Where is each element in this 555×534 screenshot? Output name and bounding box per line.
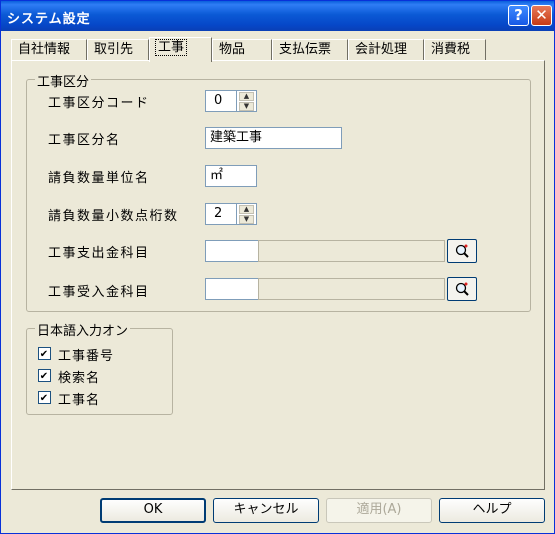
checkmark-icon[interactable] — [38, 369, 51, 382]
spin-down-icon[interactable]: ▼ — [239, 102, 254, 111]
unit-name-field[interactable]: ㎡ — [205, 165, 257, 187]
koji-kubun-group-title: 工事区分 — [35, 71, 92, 90]
tab-shohizei[interactable]: 消費税 — [424, 39, 486, 61]
system-settings-window: システム設定 ? ✕ 自社情報 取引先 工事 物品 支払伝票 会計処理 消費税 … — [0, 0, 555, 534]
decimal-places-stepper[interactable]: 2 ▲ ▼ — [205, 203, 257, 225]
spin-down-icon[interactable]: ▼ — [239, 215, 254, 224]
expense-account-label: 工事支出金科目 — [48, 246, 150, 261]
koji-kubun-code-value[interactable]: 0 — [205, 90, 237, 112]
help-icon[interactable]: ? — [508, 5, 529, 26]
koji-kubun-code-stepper[interactable]: 0 ▲ ▼ — [205, 90, 257, 112]
tab-buppin[interactable]: 物品 — [212, 39, 272, 61]
window-title: システム設定 — [7, 12, 91, 27]
tab-jisha-joho[interactable]: 自社情報 — [11, 39, 87, 61]
close-icon[interactable]: ✕ — [531, 5, 552, 26]
koji-kubun-name-field[interactable]: 建築工事 — [205, 127, 342, 149]
income-account-code-field[interactable] — [205, 278, 259, 300]
expense-account-name-field — [258, 240, 445, 262]
checkmark-icon[interactable] — [38, 347, 51, 360]
koji-kubun-name-label: 工事区分名 — [48, 133, 121, 148]
decimal-places-label: 請負数量小数点桁数 — [48, 209, 179, 224]
spin-up-icon[interactable]: ▲ — [239, 205, 254, 214]
ime-kensaku-mei-label: 検索名 — [58, 371, 101, 386]
tab-torihikisaki[interactable]: 取引先 — [87, 39, 149, 61]
help-button[interactable]: ヘルプ — [439, 498, 545, 523]
tab-koji[interactable]: 工事 — [149, 37, 212, 62]
expense-account-lookup-button[interactable] — [447, 239, 477, 263]
apply-button[interactable]: 適用(A) — [326, 498, 432, 523]
tab-shiharai-denpyo[interactable]: 支払伝票 — [272, 39, 348, 61]
ime-koji-mei-label: 工事名 — [58, 393, 101, 408]
unit-name-label: 請負数量単位名 — [48, 171, 150, 186]
magnifier-icon — [455, 244, 469, 258]
koji-kubun-code-label: 工事区分コード — [48, 96, 150, 111]
income-account-lookup-button[interactable] — [447, 277, 477, 301]
ime-koji-bango-label: 工事番号 — [58, 349, 115, 364]
decimal-places-value[interactable]: 2 — [205, 203, 237, 225]
spin-up-icon[interactable]: ▲ — [239, 92, 254, 101]
title-bar[interactable]: システム設定 ? ✕ — [1, 1, 554, 31]
magnifier-icon — [455, 282, 469, 296]
expense-account-code-field[interactable] — [205, 240, 259, 262]
ime-on-group-title: 日本語入力オン — [35, 320, 131, 339]
ok-button[interactable]: OK — [100, 498, 206, 523]
checkmark-icon[interactable] — [38, 391, 51, 404]
tab-kaikei-shori[interactable]: 会計処理 — [348, 39, 424, 61]
income-account-label: 工事受入金科目 — [48, 285, 150, 300]
cancel-button[interactable]: キャンセル — [213, 498, 319, 523]
income-account-name-field — [258, 278, 445, 300]
